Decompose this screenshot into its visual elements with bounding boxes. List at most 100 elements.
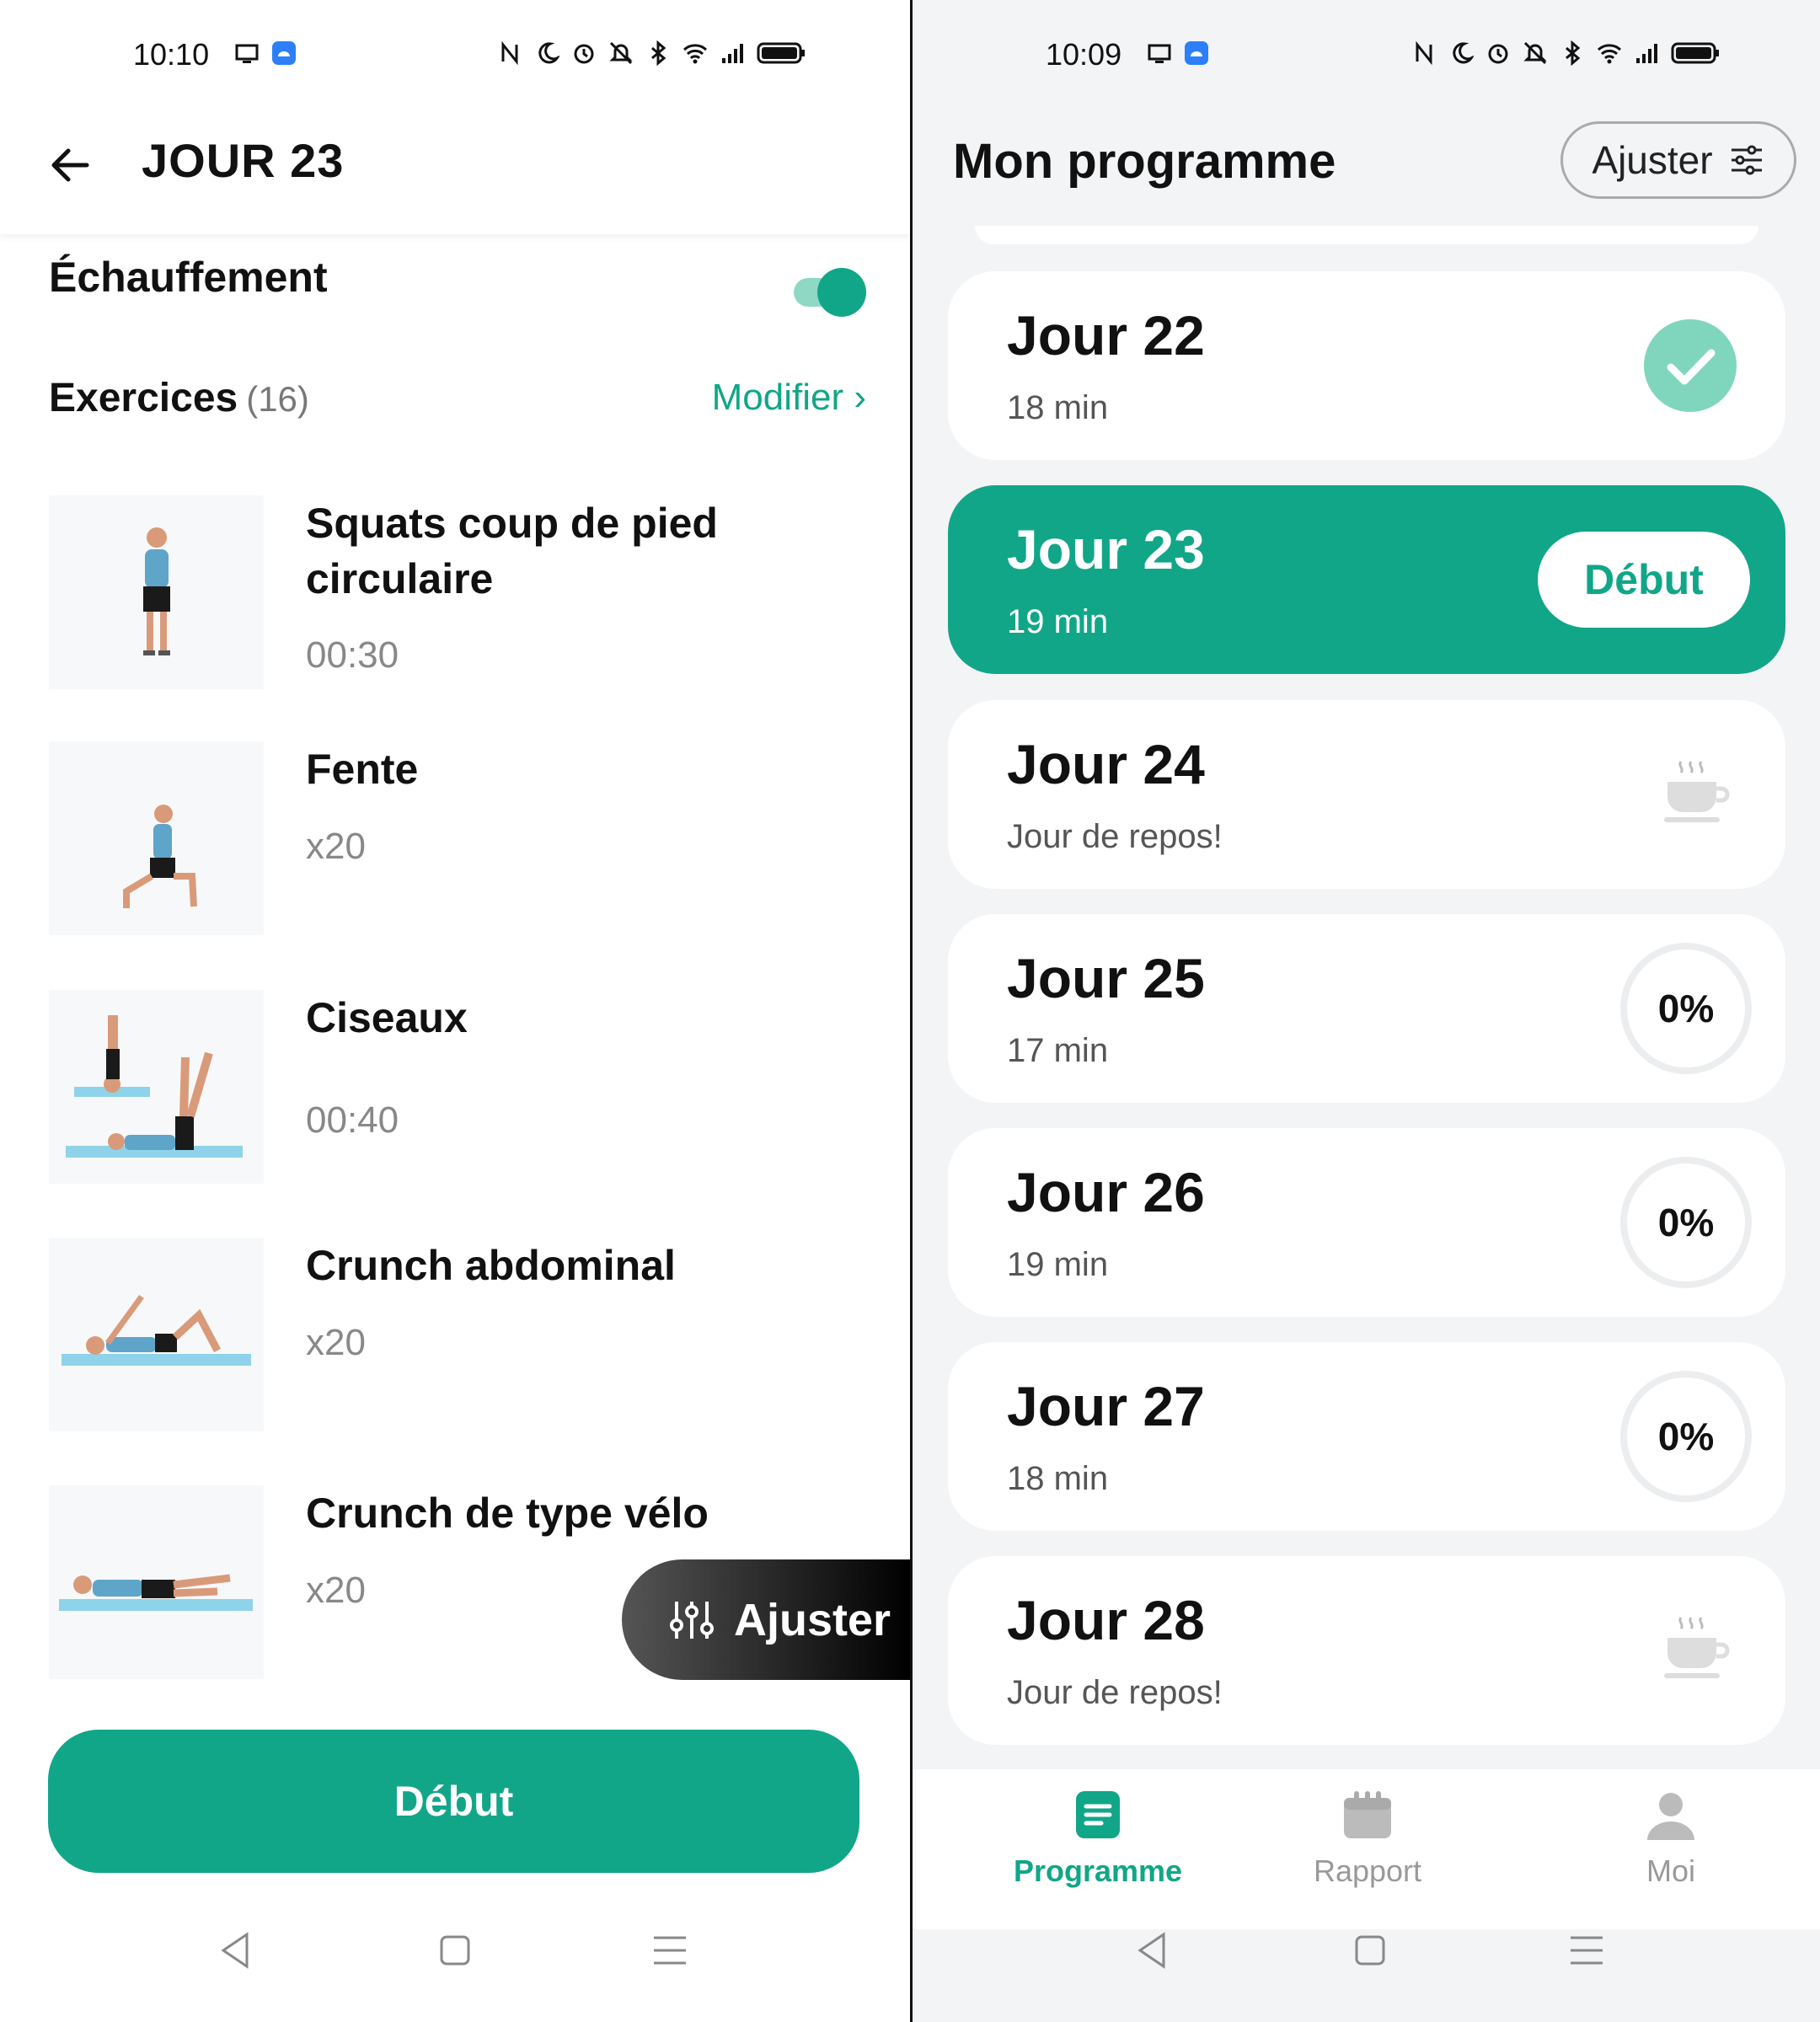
exercise-name: Crunch abdominal xyxy=(306,1242,676,1289)
warmup-row: Échauffement xyxy=(49,253,866,329)
adjust-fab-label: Ajuster xyxy=(734,1594,891,1645)
nav-home-icon[interactable] xyxy=(1349,1929,1391,1971)
exercise-name: Ciseaux xyxy=(306,994,468,1041)
adjust-fab[interactable]: Ajuster xyxy=(622,1559,910,1680)
back-arrow-icon[interactable] xyxy=(46,142,94,189)
exercise-item[interactable]: Ciseaux 00:40 xyxy=(49,990,875,1192)
bottom-tab-bar: Programme Rapport Moi xyxy=(913,1769,1820,1929)
exercise-value: 00:30 xyxy=(306,634,399,676)
page-title: Mon programme xyxy=(953,134,1336,189)
person-icon xyxy=(1647,1793,1694,1840)
mute-icon xyxy=(609,41,633,65)
workout-day-screen: 10:10 JOUR 23 Échauffement Exercices (16)… xyxy=(0,0,910,2022)
day-duration: 19 min xyxy=(1007,1246,1109,1283)
coffee-cup-icon xyxy=(1664,761,1730,822)
exercise-item[interactable]: Fente x20 xyxy=(49,741,875,944)
start-button[interactable]: Début xyxy=(48,1730,859,1873)
day-duration: 18 min xyxy=(1007,1460,1109,1497)
exercise-value: x20 xyxy=(306,826,366,867)
programme-icon xyxy=(1076,1791,1120,1838)
exercise-name: Fente xyxy=(306,746,419,793)
day-name: Jour 27 xyxy=(1007,1375,1205,1437)
exercises-header: Exercices (16) Modifier › xyxy=(49,375,866,421)
progress-ring: 0% xyxy=(1620,943,1752,1074)
tab-rapport[interactable]: Rapport xyxy=(1266,1788,1469,1889)
nfc-icon xyxy=(1416,40,1432,66)
exercise-name: Squats coup de pied circulaire xyxy=(306,500,718,602)
android-icon xyxy=(272,41,296,65)
warmup-label: Échauffement xyxy=(49,254,328,301)
progress-ring: 0% xyxy=(1620,1157,1752,1288)
program-screen: 10:09 Mon programme Ajuster Jour 22 18 m… xyxy=(913,0,1820,2022)
edit-exercises-link[interactable]: Modifier › xyxy=(712,377,866,419)
exercise-illustration xyxy=(49,990,264,1184)
screen-icon xyxy=(1148,44,1171,63)
nav-menu-icon[interactable] xyxy=(1566,1929,1608,1971)
day-name: Jour 22 xyxy=(1007,304,1205,366)
day-name: Jour 25 xyxy=(1007,947,1205,1009)
sliders-icon xyxy=(670,1601,714,1639)
exercise-item[interactable]: Squats coup de pied circulaire 00:30 xyxy=(49,495,875,698)
filter-icon xyxy=(1731,145,1762,175)
day-name: Jour 26 xyxy=(1007,1161,1205,1223)
android-icon xyxy=(1185,41,1208,65)
wifi-icon xyxy=(1597,44,1622,64)
moon-icon xyxy=(538,42,559,64)
mute-icon xyxy=(1523,41,1547,65)
status-time: 10:10 xyxy=(133,37,210,72)
day-card-current[interactable]: Jour 23 19 min Début xyxy=(948,485,1785,674)
exercise-illustration xyxy=(49,1238,264,1431)
exercise-value: x20 xyxy=(306,1322,366,1363)
day-card[interactable]: Jour 27 18 min 0% xyxy=(948,1342,1785,1531)
status-bar: 10:09 xyxy=(913,0,1820,118)
status-time: 10:09 xyxy=(1046,37,1122,72)
day-duration: 17 min xyxy=(1007,1032,1109,1069)
exercise-illustration xyxy=(49,741,264,935)
bluetooth-icon xyxy=(651,40,666,66)
rest-day-label: Jour de repos! xyxy=(1007,818,1223,855)
screen-icon xyxy=(235,44,259,63)
status-bar: 10:10 xyxy=(0,0,910,118)
nav-menu-icon[interactable] xyxy=(649,1929,691,1971)
exercise-illustration xyxy=(49,495,264,689)
coffee-cup-icon xyxy=(1664,1617,1730,1678)
progress-ring: 0% xyxy=(1620,1371,1752,1502)
exercises-count: (16) xyxy=(246,379,309,419)
start-day-button[interactable]: Début xyxy=(1538,532,1750,628)
day-duration: 19 min xyxy=(1007,603,1109,640)
rest-day-label: Jour de repos! xyxy=(1007,1674,1223,1711)
exercise-value: x20 xyxy=(306,1570,366,1611)
day-name: Jour 23 xyxy=(1007,518,1205,580)
day-name: Jour 28 xyxy=(1007,1589,1205,1651)
nav-back-icon[interactable] xyxy=(215,1929,257,1971)
system-nav-bar xyxy=(913,1929,1820,2005)
moon-icon xyxy=(1453,42,1474,64)
warmup-toggle[interactable] xyxy=(785,268,866,317)
day-card[interactable]: Jour 28 Jour de repos! xyxy=(948,1556,1785,1745)
exercise-item[interactable]: Crunch abdominal x20 xyxy=(49,1238,875,1440)
alarm-icon xyxy=(1488,44,1508,64)
top-app-bar: Mon programme Ajuster xyxy=(913,118,1820,236)
nfc-icon xyxy=(501,40,518,66)
calendar-icon xyxy=(1344,1791,1391,1838)
exercises-label: Exercices xyxy=(49,376,238,420)
tab-moi[interactable]: Moi xyxy=(1570,1788,1772,1889)
day-card[interactable]: Jour 24 Jour de repos! xyxy=(948,700,1785,889)
page-title: JOUR 23 xyxy=(142,134,345,187)
bluetooth-icon xyxy=(1566,40,1581,66)
day-card-partial xyxy=(975,226,1758,244)
exercise-illustration xyxy=(49,1485,264,1679)
exercise-name: Crunch de type vélo xyxy=(306,1490,709,1537)
nav-home-icon[interactable] xyxy=(434,1929,476,1971)
day-card[interactable]: Jour 25 17 min 0% xyxy=(948,914,1785,1103)
nav-back-icon[interactable] xyxy=(1132,1929,1174,1971)
adjust-button[interactable]: Ajuster xyxy=(1560,121,1796,199)
wifi-icon xyxy=(682,44,708,64)
signal-icon xyxy=(1636,44,1657,63)
completed-check-icon xyxy=(1644,319,1737,412)
day-card[interactable]: Jour 22 18 min xyxy=(948,271,1785,460)
tab-programme[interactable]: Programme xyxy=(997,1788,1199,1889)
battery-icon xyxy=(757,42,805,64)
day-card[interactable]: Jour 26 19 min 0% xyxy=(948,1128,1785,1317)
top-app-bar: JOUR 23 xyxy=(0,118,910,234)
